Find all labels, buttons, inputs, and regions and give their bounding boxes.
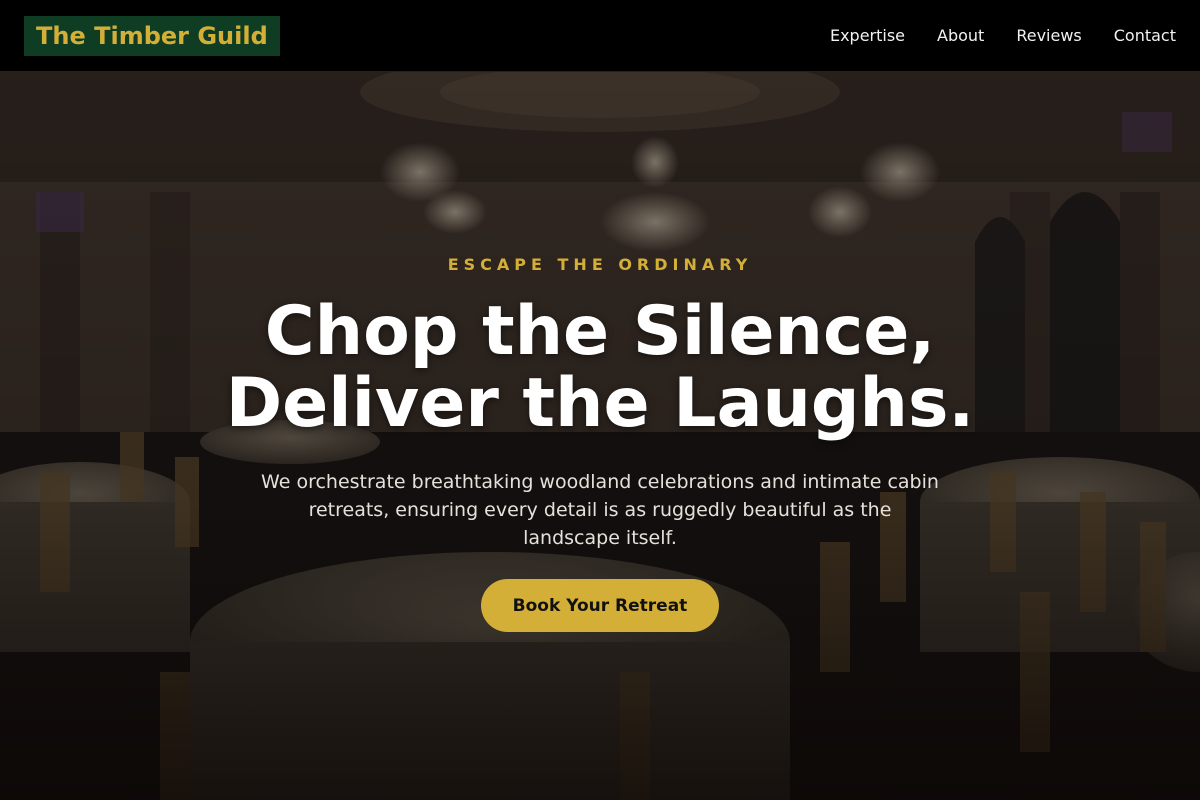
hero-headline: Chop the Silence, Deliver the Laughs. — [226, 296, 975, 440]
site-header: The Timber Guild Expertise About Reviews… — [0, 0, 1200, 72]
book-retreat-button[interactable]: Book Your Retreat — [480, 579, 720, 632]
nav-link-expertise[interactable]: Expertise — [830, 26, 905, 45]
hero-description: We orchestrate breathtaking woodland cel… — [261, 471, 939, 549]
site-logo[interactable]: The Timber Guild — [24, 15, 280, 56]
main-nav: Expertise About Reviews Contact — [830, 26, 1176, 45]
nav-link-reviews[interactable]: Reviews — [1016, 26, 1081, 45]
hero-section: ESCAPE THE ORDINARY Chop the Silence, De… — [0, 72, 1200, 800]
hero-content: ESCAPE THE ORDINARY Chop the Silence, De… — [0, 72, 1200, 800]
nav-link-contact[interactable]: Contact — [1114, 26, 1176, 45]
hero-headline-line-1: Chop the Silence, — [264, 292, 936, 371]
nav-link-about[interactable]: About — [937, 26, 984, 45]
hero-eyebrow: ESCAPE THE ORDINARY — [447, 255, 753, 274]
hero-headline-line-2: Deliver the Laughs. — [225, 364, 975, 443]
